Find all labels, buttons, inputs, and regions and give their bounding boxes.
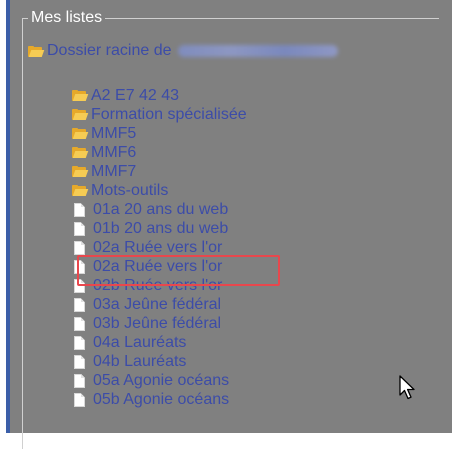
item-label[interactable]: 01b 20 ans du web	[93, 219, 228, 238]
folder-item[interactable]: Mots-outils	[72, 181, 247, 200]
item-label[interactable]: Mots-outils	[91, 181, 168, 200]
list-item[interactable]: 03a Jeûne fédéral	[72, 295, 247, 314]
list-tree: A2 E7 42 43 Formation spécialisée MMF5 MMF6…	[72, 86, 247, 409]
owner-name-redacted	[177, 45, 338, 57]
root-folder-label[interactable]: Dossier racine de	[47, 42, 172, 60]
folder-open-icon	[72, 166, 89, 177]
item-label[interactable]: 03b Jeûne fédéral	[93, 314, 221, 333]
list-item[interactable]: 03b Jeûne fédéral	[72, 314, 247, 333]
mouse-pointer-icon	[399, 375, 415, 400]
folder-item[interactable]: MMF5	[72, 124, 247, 143]
folder-open-icon	[28, 45, 45, 57]
folder-open-icon	[72, 128, 89, 139]
document-icon	[74, 240, 85, 255]
document-icon	[74, 354, 85, 369]
list-item[interactable]: 01b 20 ans du web	[72, 219, 247, 238]
list-item[interactable]: 05a Agonie océans	[72, 371, 247, 390]
list-item[interactable]: 05b Agonie océans	[72, 390, 247, 409]
folder-open-icon	[72, 147, 89, 158]
folder-item[interactable]: Formation spécialisée	[72, 105, 247, 124]
folder-item[interactable]: MMF7	[72, 162, 247, 181]
document-icon	[74, 335, 85, 350]
item-label[interactable]: A2 E7 42 43	[91, 86, 179, 105]
root-folder[interactable]: Dossier racine de	[28, 40, 338, 62]
my-lists-legend: Mes listes	[28, 8, 106, 28]
item-label[interactable]: 01a 20 ans du web	[93, 200, 228, 219]
item-label[interactable]: MMF7	[91, 162, 136, 181]
document-icon	[74, 202, 85, 217]
item-label[interactable]: 04b Lauréats	[93, 352, 186, 371]
document-icon	[74, 316, 85, 331]
folder-open-icon	[72, 185, 89, 196]
list-item[interactable]: 04a Lauréats	[72, 333, 247, 352]
item-label[interactable]: 05a Agonie océans	[93, 371, 229, 390]
folder-item[interactable]: MMF6	[72, 143, 247, 162]
document-icon	[74, 373, 85, 388]
document-icon	[74, 297, 85, 312]
item-label[interactable]: MMF6	[91, 143, 136, 162]
folder-item[interactable]: A2 E7 42 43	[72, 86, 247, 105]
list-item[interactable]: 01a 20 ans du web	[72, 200, 247, 219]
item-label[interactable]: 05b Agonie océans	[93, 390, 229, 409]
item-label[interactable]: MMF5	[91, 124, 136, 143]
item-label[interactable]: 04a Lauréats	[93, 333, 186, 352]
selection-highlight-box	[77, 255, 280, 286]
list-item[interactable]: 04b Lauréats	[72, 352, 247, 371]
folder-open-icon	[72, 90, 89, 101]
item-label[interactable]: Formation spécialisée	[91, 105, 247, 124]
document-icon	[74, 392, 85, 407]
folder-open-icon	[72, 109, 89, 120]
my-lists-panel: Mes listes Dossier racine de A2 E7 42 43…	[10, 0, 452, 449]
document-icon	[74, 221, 85, 236]
item-label[interactable]: 03a Jeûne fédéral	[93, 295, 221, 314]
